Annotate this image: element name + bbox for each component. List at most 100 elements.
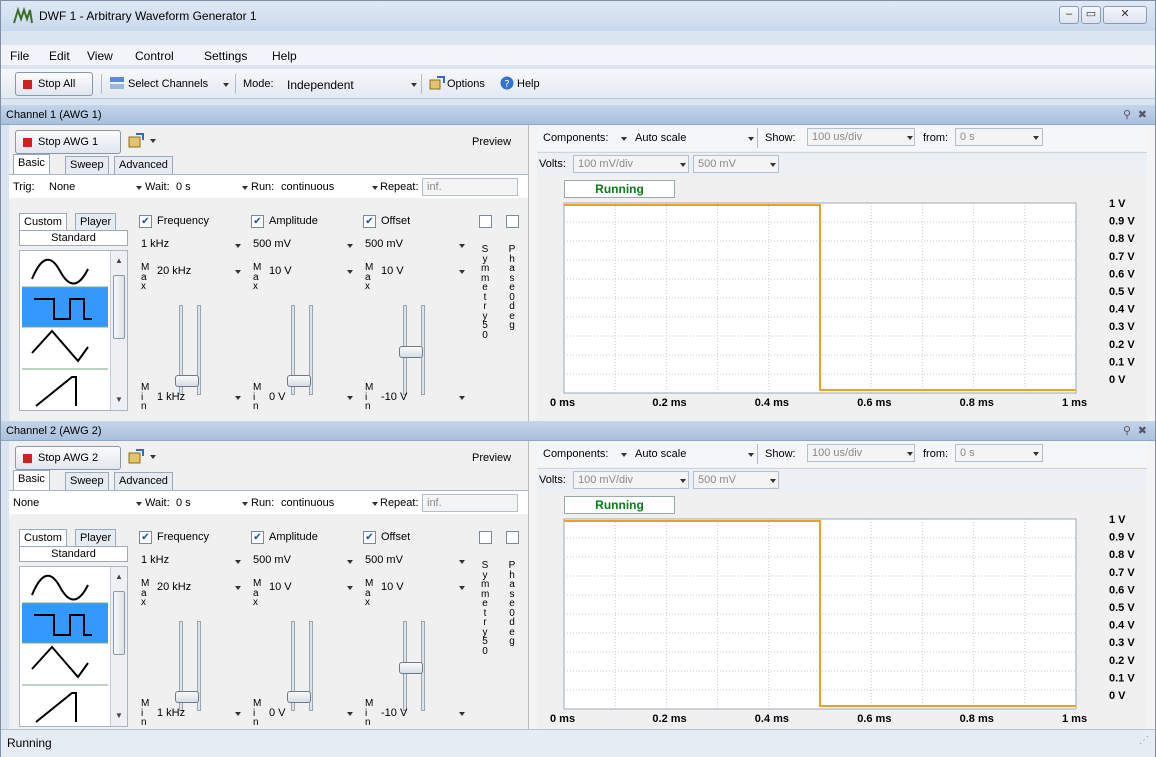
tab-sweep[interactable]: Sweep — [65, 472, 109, 490]
enable-checkbox[interactable]: ✔ — [139, 215, 152, 228]
volts-div-select[interactable]: 100 mV/div — [573, 471, 689, 489]
min-select[interactable]: 0 V — [269, 391, 286, 403]
channel-options-icon[interactable] — [128, 133, 148, 149]
time-div-select[interactable]: 100 us/div — [807, 444, 915, 462]
close-channel-icon[interactable]: ✖ — [1138, 421, 1147, 441]
channel-options-icon[interactable] — [128, 449, 148, 465]
menu-file[interactable]: File — [10, 49, 29, 63]
standard-tab[interactable]: Standard — [19, 546, 128, 562]
max-select[interactable]: 10 V — [381, 265, 404, 277]
slider-thumb[interactable] — [287, 375, 311, 387]
menu-settings[interactable]: Settings — [204, 49, 247, 63]
help-button[interactable]: Help — [517, 78, 540, 90]
from-select[interactable]: 0 s — [955, 444, 1043, 462]
waveform-list-scrollbar[interactable]: ▲ ▼ — [110, 567, 127, 726]
tab-advanced[interactable]: Advanced — [114, 156, 173, 174]
run-select[interactable]: continuous — [281, 497, 334, 509]
param-value-select[interactable]: 1 kHz — [141, 554, 169, 566]
enable-checkbox[interactable]: ✔ — [139, 531, 152, 544]
resize-grip-icon[interactable]: ⋰ — [1139, 728, 1149, 754]
components-label[interactable]: Components: — [543, 132, 608, 144]
min-select[interactable]: 1 kHz — [157, 391, 185, 403]
scroll-down-icon[interactable]: ▼ — [115, 395, 123, 404]
menu-edit[interactable]: Edit — [49, 49, 70, 63]
symmetry-checkbox[interactable] — [479, 215, 492, 228]
scroll-down-icon[interactable]: ▼ — [115, 711, 123, 720]
param-value-select[interactable]: 500 mV — [365, 554, 403, 566]
slider-thumb[interactable] — [399, 662, 423, 674]
pin-icon[interactable]: ⚲ — [1123, 105, 1131, 125]
param-value-select[interactable]: 500 mV — [365, 238, 403, 250]
param-value-select[interactable]: 1 kHz — [141, 238, 169, 250]
close-button[interactable]: ✕ — [1103, 6, 1147, 24]
slider-thumb[interactable] — [287, 691, 311, 703]
close-channel-icon[interactable]: ✖ — [1138, 105, 1147, 125]
tab-player[interactable]: Player — [75, 213, 117, 230]
min-select[interactable]: -10 V — [381, 391, 407, 403]
scale-select[interactable]: Auto scale — [635, 448, 686, 460]
y-tick-label: 0 V — [1109, 690, 1126, 702]
repeat-field[interactable]: inf. — [422, 178, 518, 196]
waveform-list[interactable]: ▲ ▼ — [19, 250, 128, 411]
scroll-up-icon[interactable]: ▲ — [115, 572, 123, 581]
slider-thumb[interactable] — [175, 375, 199, 387]
minimize-button[interactable]: – — [1059, 6, 1079, 24]
param-value-select[interactable]: 500 mV — [253, 238, 291, 250]
wait-select[interactable]: 0 s — [176, 497, 191, 509]
menu-control[interactable]: Control — [135, 49, 174, 63]
options-button[interactable]: Options — [447, 78, 485, 90]
enable-checkbox[interactable]: ✔ — [251, 531, 264, 544]
waveform-list[interactable]: ▲ ▼ — [19, 566, 128, 727]
waveform-list-scrollbar[interactable]: ▲ ▼ — [110, 251, 127, 410]
phase-checkbox[interactable] — [506, 531, 519, 544]
maximize-button[interactable]: ▭ — [1081, 6, 1101, 24]
stop-awg-button[interactable]: Stop AWG 1 — [15, 130, 121, 154]
standard-tab[interactable]: Standard — [19, 230, 128, 246]
tab-basic[interactable]: Basic — [13, 470, 50, 490]
tab-custom[interactable]: Custom — [19, 529, 67, 546]
enable-checkbox[interactable]: ✔ — [363, 531, 376, 544]
max-select[interactable]: 10 V — [269, 581, 292, 593]
volts-offset-select[interactable]: 500 mV — [693, 471, 779, 489]
min-select[interactable]: 1 kHz — [157, 707, 185, 719]
max-select[interactable]: 20 kHz — [157, 581, 191, 593]
volts-div-select[interactable]: 100 mV/div — [573, 155, 689, 173]
stop-all-button[interactable]: Stop All — [15, 72, 93, 96]
menu-view[interactable]: View — [87, 49, 113, 63]
tab-basic[interactable]: Basic — [13, 154, 50, 174]
scroll-thumb[interactable] — [113, 591, 125, 655]
from-select[interactable]: 0 s — [955, 128, 1043, 146]
enable-checkbox[interactable]: ✔ — [251, 215, 264, 228]
max-select[interactable]: 10 V — [269, 265, 292, 277]
scroll-up-icon[interactable]: ▲ — [115, 256, 123, 265]
stop-awg-button[interactable]: Stop AWG 2 — [15, 446, 121, 470]
min-select[interactable]: 0 V — [269, 707, 286, 719]
time-div-select[interactable]: 100 us/div — [807, 128, 915, 146]
tab-player[interactable]: Player — [75, 529, 117, 546]
pin-icon[interactable]: ⚲ — [1123, 421, 1131, 441]
run-select[interactable]: continuous — [281, 181, 334, 193]
mode-select[interactable]: Independent — [287, 78, 354, 92]
phase-checkbox[interactable] — [506, 215, 519, 228]
select-channels-button[interactable]: Select Channels — [128, 78, 208, 90]
repeat-field[interactable]: inf. — [422, 494, 518, 512]
slider-thumb[interactable] — [399, 346, 423, 358]
trig-select[interactable]: None — [49, 181, 75, 193]
max-select[interactable]: 10 V — [381, 581, 404, 593]
components-label[interactable]: Components: — [543, 448, 608, 460]
menu-help[interactable]: Help — [272, 49, 297, 63]
trig-select[interactable]: None — [13, 497, 39, 509]
tab-advanced[interactable]: Advanced — [114, 472, 173, 490]
symmetry-checkbox[interactable] — [479, 531, 492, 544]
max-select[interactable]: 20 kHz — [157, 265, 191, 277]
scale-select[interactable]: Auto scale — [635, 132, 686, 144]
param-value-select[interactable]: 500 mV — [253, 554, 291, 566]
scroll-thumb[interactable] — [113, 275, 125, 339]
enable-checkbox[interactable]: ✔ — [363, 215, 376, 228]
volts-offset-select[interactable]: 500 mV — [693, 155, 779, 173]
slider-thumb[interactable] — [175, 691, 199, 703]
tab-custom[interactable]: Custom — [19, 213, 67, 230]
wait-select[interactable]: 0 s — [176, 181, 191, 193]
min-select[interactable]: -10 V — [381, 707, 407, 719]
tab-sweep[interactable]: Sweep — [65, 156, 109, 174]
